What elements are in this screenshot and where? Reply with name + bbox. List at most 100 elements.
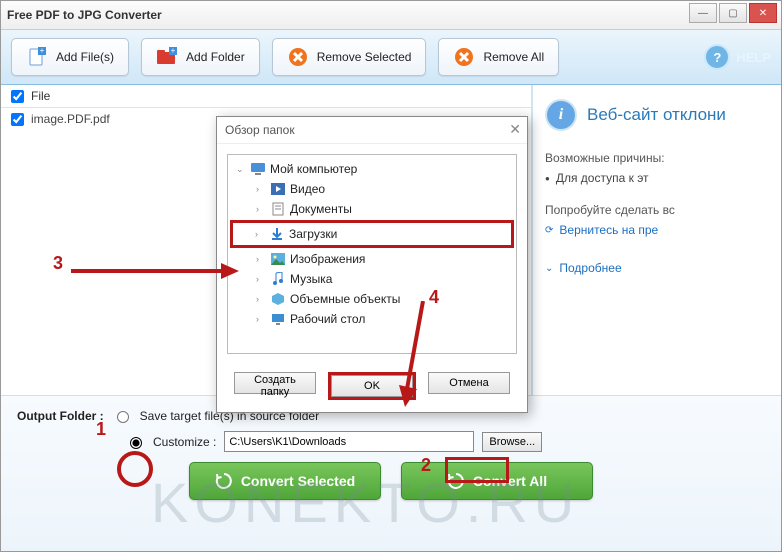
toolbar: + Add File(s) + Add Folder Remove Select…: [1, 30, 781, 85]
side-panel: i Веб-сайт отклони Возможные причины: ●Д…: [531, 85, 781, 395]
folder-add-icon: +: [156, 47, 178, 67]
radio-source-folder[interactable]: [117, 411, 129, 423]
help-icon: ?: [704, 44, 730, 70]
window-controls: — ▢ ✕: [689, 3, 777, 23]
help-button[interactable]: ? HELP: [704, 44, 771, 70]
cancel-button[interactable]: Отмена: [428, 372, 510, 394]
annotation-ring-1: [117, 451, 153, 487]
radio-customize-label: Customize :: [153, 435, 216, 449]
3d-icon: [270, 292, 286, 306]
chevron-down-icon: ⌄: [545, 263, 553, 274]
file-header-label: File: [31, 89, 50, 103]
tree-node[interactable]: › Рабочий стол: [230, 309, 514, 329]
expand-icon[interactable]: ›: [256, 254, 266, 264]
titlebar: Free PDF to JPG Converter — ▢ ✕: [1, 1, 781, 30]
tree-label: Видео: [290, 182, 325, 196]
output-row2: Customize : Browse...: [17, 431, 765, 452]
tree-label: Рабочий стол: [290, 312, 365, 326]
remove-all-icon: [453, 47, 475, 67]
music-icon: [270, 272, 286, 286]
reasons-label: Возможные причины:: [545, 151, 769, 165]
tree-label: Загрузки: [289, 227, 337, 241]
expand-icon[interactable]: ›: [256, 314, 266, 324]
dialog-title: Обзор папок: [217, 117, 527, 144]
app-window: Free PDF to JPG Converter — ▢ ✕ + Add Fi…: [0, 0, 782, 552]
desktop-icon: [270, 312, 286, 326]
annotation-box-browse: [445, 457, 509, 483]
try-link[interactable]: Вернитесь на пре: [559, 223, 658, 237]
downloads-icon: [269, 227, 285, 241]
output-folder-label: Output Folder :: [17, 409, 104, 423]
tree-label: Объемные объекты: [290, 292, 400, 306]
annotation-arrow-4: [393, 301, 433, 411]
select-all-checkbox[interactable]: [11, 90, 24, 103]
reason-item: ●Для доступа к эт: [545, 171, 769, 185]
convert-selected-label: Convert Selected: [241, 473, 355, 489]
info-icon: i: [545, 99, 577, 131]
radio-customize[interactable]: [130, 437, 142, 449]
more-link[interactable]: Подробнее: [559, 261, 621, 275]
browse-folder-dialog: Обзор папок ✕ ⌄ Мой компьютер › Видео › До…: [216, 116, 528, 413]
images-icon: [270, 252, 286, 266]
tree-node[interactable]: › Музыка: [230, 269, 514, 289]
tree-root[interactable]: ⌄ Мой компьютер: [230, 159, 514, 179]
dialog-close-button[interactable]: ✕: [509, 121, 521, 138]
expand-icon[interactable]: ›: [255, 229, 265, 239]
computer-icon: [250, 162, 266, 176]
tree-node[interactable]: › Изображения: [230, 249, 514, 269]
remove-selected-label: Remove Selected: [317, 50, 412, 64]
remove-selected-button[interactable]: Remove Selected: [272, 38, 427, 76]
info-header: i Веб-сайт отклони: [545, 99, 769, 131]
add-files-button[interactable]: + Add File(s): [11, 38, 129, 76]
path-input[interactable]: [224, 431, 474, 452]
svg-text:+: +: [171, 47, 176, 55]
tree-label: Документы: [290, 202, 352, 216]
folder-tree[interactable]: ⌄ Мой компьютер › Видео › Документы › Загру…: [227, 154, 517, 354]
minimize-button[interactable]: —: [689, 3, 717, 23]
tree-node-downloads[interactable]: › Загрузки: [235, 224, 509, 244]
new-folder-button[interactable]: Создать папку: [234, 372, 316, 394]
tree-node[interactable]: › Документы: [230, 199, 514, 219]
browse-button[interactable]: Browse...: [482, 432, 542, 452]
file-checkbox[interactable]: [11, 113, 24, 126]
add-folder-label: Add Folder: [186, 50, 245, 64]
window-title: Free PDF to JPG Converter: [7, 8, 162, 22]
dialog-buttons: Создать папку OK Отмена: [217, 364, 527, 412]
file-list-header-row: File: [1, 85, 531, 108]
convert-icon: [215, 472, 233, 490]
reason-text: Для доступа к эт: [556, 171, 649, 185]
try-item[interactable]: ⟳Вернитесь на пре: [545, 223, 769, 237]
expand-icon[interactable]: ›: [256, 184, 266, 194]
expand-icon[interactable]: ›: [256, 204, 266, 214]
remove-all-button[interactable]: Remove All: [438, 38, 559, 76]
svg-text:+: +: [40, 47, 45, 55]
tree-label: Изображения: [290, 252, 365, 266]
annotation-4: 4: [429, 287, 439, 308]
tree-node[interactable]: › Объемные объекты: [230, 289, 514, 309]
annotation-arrow-3: [71, 261, 241, 281]
remove-all-label: Remove All: [483, 50, 544, 64]
file-add-icon: +: [26, 47, 48, 67]
more-item[interactable]: ⌄ Подробнее: [545, 261, 769, 275]
tree-root-label: Мой компьютер: [270, 162, 357, 176]
collapse-icon[interactable]: ⌄: [236, 164, 246, 175]
remove-icon: [287, 47, 309, 67]
file-name: image.PDF.pdf: [31, 112, 110, 126]
tree-label: Музыка: [290, 272, 332, 286]
annotation-3: 3: [53, 253, 63, 274]
add-files-label: Add File(s): [56, 50, 114, 64]
annotation-1: 1: [96, 419, 106, 440]
annotation-2: 2: [421, 455, 431, 476]
help-label: HELP: [736, 50, 771, 65]
documents-icon: [270, 202, 286, 216]
selected-node-highlight: › Загрузки: [230, 220, 514, 248]
add-folder-button[interactable]: + Add Folder: [141, 38, 260, 76]
close-button[interactable]: ✕: [749, 3, 777, 23]
info-heading: Веб-сайт отклони: [587, 105, 726, 125]
expand-icon[interactable]: ›: [256, 274, 266, 284]
tree-node[interactable]: › Видео: [230, 179, 514, 199]
convert-selected-button[interactable]: Convert Selected: [189, 462, 381, 500]
video-icon: [270, 182, 286, 196]
expand-icon[interactable]: ›: [256, 294, 266, 304]
maximize-button[interactable]: ▢: [719, 3, 747, 23]
